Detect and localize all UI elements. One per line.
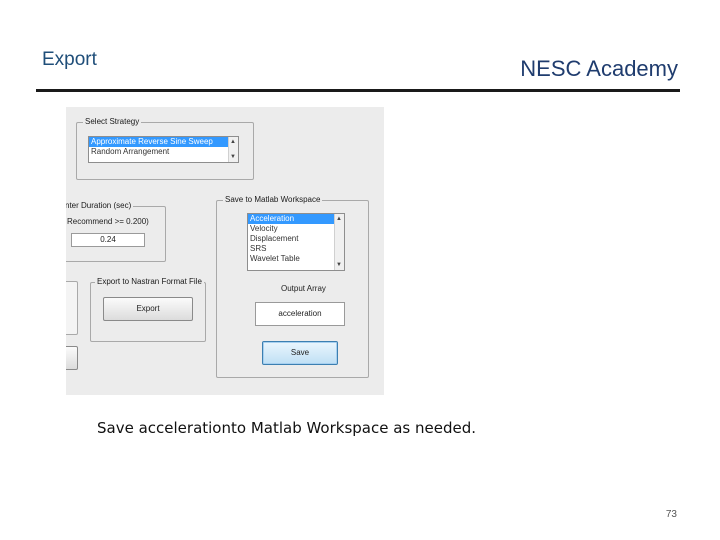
save-workspace-label: Save to Matlab Workspace (223, 195, 323, 204)
output-array-label: Output Array (281, 284, 326, 293)
export-nastran-group: Export to Nastran Format File Export (90, 277, 206, 342)
export-nastran-label: Export to Nastran Format File (95, 277, 204, 286)
cropped-left-panel (66, 281, 78, 335)
save-button[interactable]: Save (262, 341, 338, 365)
select-strategy-label: Select Strategy (83, 117, 142, 126)
select-strategy-group: Select Strategy Approximate Reverse Sine… (76, 117, 254, 180)
strategy-scrollbar[interactable]: ▲ ▼ (228, 137, 238, 162)
duration-input[interactable]: 0.24 (71, 233, 145, 247)
slide-caption: Save accelerationto Matlab Workspace as … (97, 419, 477, 437)
strategy-listbox[interactable]: Approximate Reverse Sine Sweep Random Ar… (88, 136, 239, 163)
scroll-up-icon[interactable]: ▲ (230, 139, 236, 145)
workspace-item-wavelet[interactable]: Wavelet Table (248, 254, 344, 264)
duration-recommend-text: Recommend >= 0.200) (67, 217, 149, 226)
strategy-item-approximate[interactable]: Approximate Reverse Sine Sweep (89, 137, 238, 147)
slide-title-brand: NESC Academy (520, 56, 678, 81)
cropped-left-button[interactable] (66, 346, 78, 370)
workspace-item-velocity[interactable]: Velocity (248, 224, 344, 234)
export-button[interactable]: Export (103, 297, 193, 321)
workspace-item-acceleration[interactable]: Acceleration (248, 214, 344, 224)
scroll-down-icon[interactable]: ▼ (336, 262, 342, 268)
scroll-up-icon[interactable]: ▲ (336, 216, 342, 222)
output-array-input[interactable]: acceleration (255, 302, 345, 326)
duration-group: nter Duration (sec) Recommend >= 0.200) … (66, 201, 166, 262)
save-workspace-group: Save to Matlab Workspace Acceleration Ve… (216, 195, 369, 378)
app-screenshot: Select Strategy Approximate Reverse Sine… (66, 107, 384, 395)
scroll-down-icon[interactable]: ▼ (230, 154, 236, 160)
workspace-listbox[interactable]: Acceleration Velocity Displacement SRS W… (247, 213, 345, 271)
duration-label: nter Duration (sec) (66, 201, 134, 210)
workspace-item-displacement[interactable]: Displacement (248, 234, 344, 244)
workspace-scrollbar[interactable]: ▲ ▼ (334, 214, 344, 270)
page-number: 73 (665, 509, 677, 520)
workspace-item-srs[interactable]: SRS (248, 244, 344, 254)
slide-title-export: Export (42, 49, 97, 70)
title-divider (36, 89, 680, 92)
strategy-item-random[interactable]: Random Arrangement (89, 147, 238, 157)
